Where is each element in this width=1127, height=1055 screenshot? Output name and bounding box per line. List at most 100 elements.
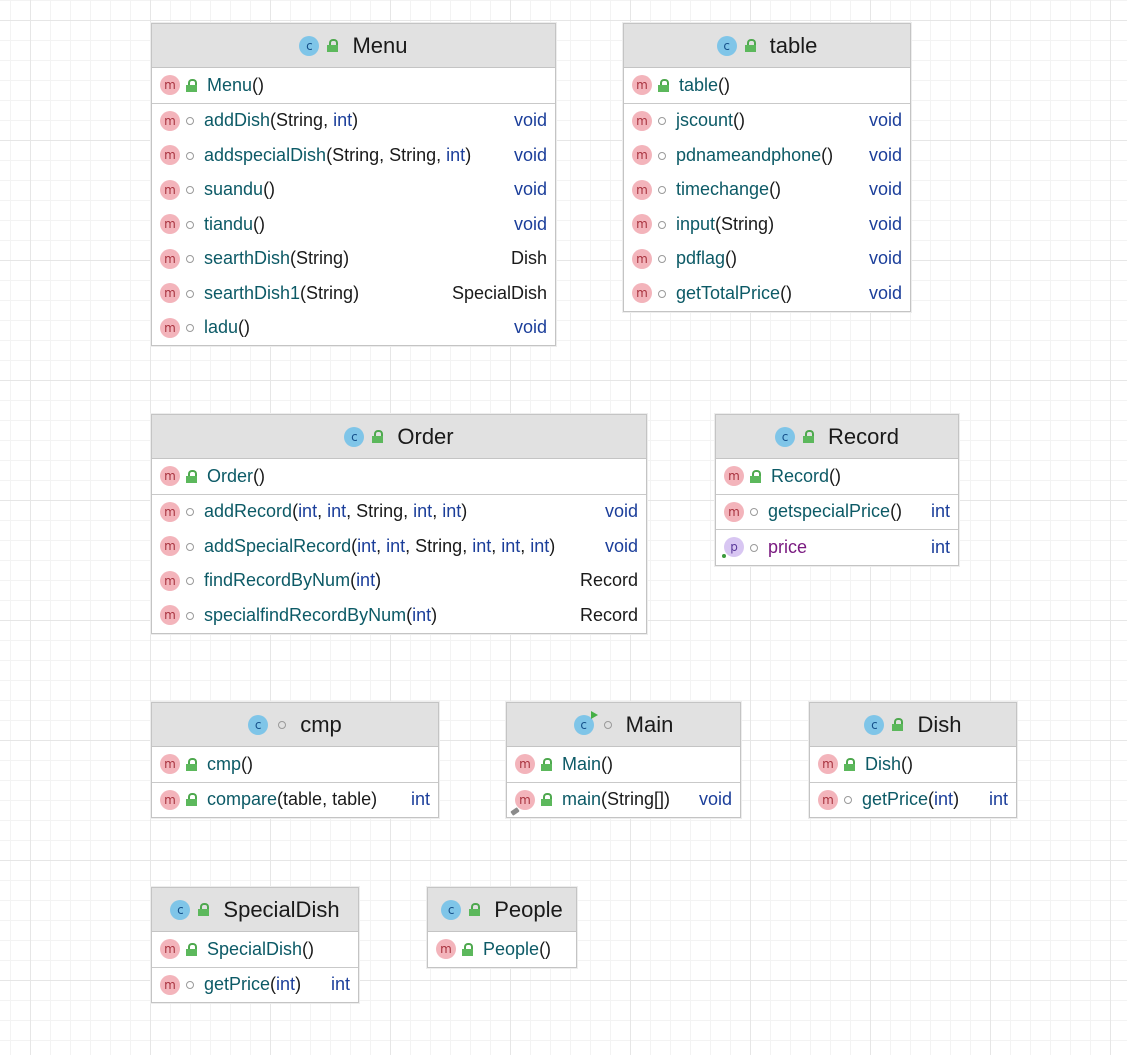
class-cmp[interactable]: c cmp m cmp() m compare(table, table) in… — [151, 702, 439, 818]
member-row[interactable]: m getTotalPrice() void — [624, 276, 910, 311]
member-row[interactable]: m addDish(String, int) void — [152, 104, 555, 139]
field-icon: p — [722, 537, 744, 559]
class-table[interactable]: c table m table() m jscount() void m pdn… — [623, 23, 911, 312]
member-row[interactable]: m Record() — [716, 459, 958, 494]
public-lock-icon — [469, 903, 481, 916]
public-lock-icon — [198, 903, 210, 916]
member-row[interactable]: m addSpecialRecord(int, int, String, int… — [152, 529, 646, 564]
field-name: price — [768, 536, 808, 557]
class-header[interactable]: c cmp — [152, 703, 438, 747]
param-token: , — [432, 501, 443, 522]
member-row[interactable]: m specialfindRecordByNum(int) Record — [152, 598, 646, 633]
class-header[interactable]: c Order — [152, 415, 646, 459]
class-header[interactable]: c Dish — [810, 703, 1016, 747]
member-row[interactable]: m timechange() void — [624, 173, 910, 208]
member-row[interactable]: m jscount() void — [624, 104, 910, 139]
class-icon: c — [441, 899, 462, 920]
member-row[interactable]: m People() — [428, 932, 576, 967]
member-signature: timechange() — [676, 179, 859, 200]
class-name: table — [769, 32, 818, 58]
param-token: String — [356, 501, 404, 522]
method-icon: m — [632, 179, 652, 200]
class-header[interactable]: c Main — [507, 703, 740, 747]
method-icon: m — [724, 501, 744, 522]
param-token: String — [389, 144, 437, 165]
method-icon: m — [160, 536, 180, 557]
class-header[interactable]: c Menu — [152, 24, 555, 68]
return-type: int — [410, 789, 430, 810]
class-specialdish[interactable]: c SpecialDish m SpecialDish() m getPrice… — [151, 887, 359, 1003]
member-row[interactable]: m getPrice(int) int — [152, 968, 358, 1003]
public-lock-icon — [372, 430, 384, 443]
member-row[interactable]: m pdflag() void — [624, 242, 910, 277]
member-row[interactable]: m SpecialDish() — [152, 932, 358, 967]
package-private-icon — [186, 255, 194, 264]
member-row[interactable]: m ladu() void — [152, 311, 555, 346]
member-row[interactable]: m suandu() void — [152, 173, 555, 208]
param-token: () — [241, 753, 254, 774]
method-name: timechange — [676, 179, 770, 200]
member-row[interactable]: m main(String[]) void — [507, 783, 740, 818]
class-header[interactable]: c People — [428, 888, 576, 932]
param-list: () — [769, 179, 781, 199]
member-signature: compare(table, table) — [207, 789, 401, 810]
member-row[interactable]: m getspecialPrice() int — [716, 495, 958, 530]
param-token: int — [276, 974, 296, 995]
class-people[interactable]: c People m People() — [427, 887, 577, 968]
member-row[interactable]: m Order() — [152, 459, 646, 494]
method-icon: m — [160, 179, 180, 200]
member-row[interactable]: m addspecialDish(String, String, int) vo… — [152, 138, 555, 173]
class-order[interactable]: c Order m Order() m addRecord(int, int, … — [151, 414, 647, 634]
member-row[interactable]: m Dish() — [810, 747, 1016, 782]
class-header[interactable]: c SpecialDish — [152, 888, 358, 932]
method-name: addRecord — [204, 501, 293, 522]
class-dish[interactable]: c Dish m Dish() m getPrice(int) int — [809, 702, 1017, 818]
member-signature: Menu() — [207, 75, 537, 96]
param-token: ) — [431, 604, 438, 625]
param-token: int — [357, 535, 377, 556]
param-list: () — [890, 501, 902, 521]
member-row[interactable]: m searthDish(String) Dish — [152, 242, 555, 277]
field-section: p price int — [716, 530, 958, 565]
member-row[interactable]: m cmp() — [152, 747, 438, 782]
return-type: void — [513, 110, 547, 131]
member-row[interactable]: m Menu() — [152, 68, 555, 103]
method-icon: m — [515, 754, 535, 775]
member-row[interactable]: m searthDish1(String) SpecialDish — [152, 276, 555, 311]
member-row[interactable]: m input(String) void — [624, 207, 910, 242]
class-header[interactable]: c Record — [716, 415, 958, 459]
member-row[interactable]: m tiandu() void — [152, 207, 555, 242]
constructor-section: m table() — [624, 68, 910, 104]
class-header[interactable]: c table — [624, 24, 910, 68]
return-type: int — [988, 789, 1008, 810]
package-private-icon — [186, 151, 194, 160]
class-main[interactable]: c Main m Main() m main(String[]) void — [506, 702, 741, 818]
param-list: () — [733, 110, 745, 130]
member-row[interactable]: m compare(table, table) int — [152, 783, 438, 818]
constructor-section: m Main() — [507, 747, 740, 783]
method-name: compare — [207, 789, 278, 810]
method-icon: m — [160, 939, 180, 960]
public-lock-icon — [658, 78, 669, 92]
param-list: (String, int) — [270, 110, 358, 130]
method-icon: m — [160, 317, 180, 338]
member-row[interactable]: m table() — [624, 68, 910, 103]
param-list: (String, String, int) — [326, 145, 471, 165]
class-record[interactable]: c Record m Record() m getspecialPrice() … — [715, 414, 959, 566]
constructor-section: m Dish() — [810, 747, 1016, 783]
method-section: m getPrice(int) int — [152, 968, 358, 1003]
member-row[interactable]: m pdnameandphone() void — [624, 138, 910, 173]
class-menu[interactable]: c Menu m Menu() m addDish(String, int) v… — [151, 23, 556, 346]
param-token: , — [462, 535, 473, 556]
param-list: () — [302, 939, 314, 959]
member-row[interactable]: p price int — [716, 530, 958, 565]
member-row[interactable]: m Main() — [507, 747, 740, 782]
method-icon: m — [632, 214, 652, 235]
member-row[interactable]: m addRecord(int, int, String, int, int) … — [152, 495, 646, 530]
package-private-icon — [186, 117, 194, 126]
member-row[interactable]: m getPrice(int) int — [810, 783, 1016, 818]
method-name: getTotalPrice — [676, 282, 781, 303]
member-row[interactable]: m findRecordByNum(int) Record — [152, 564, 646, 599]
public-lock-icon — [803, 430, 815, 443]
param-token: , — [491, 535, 502, 556]
